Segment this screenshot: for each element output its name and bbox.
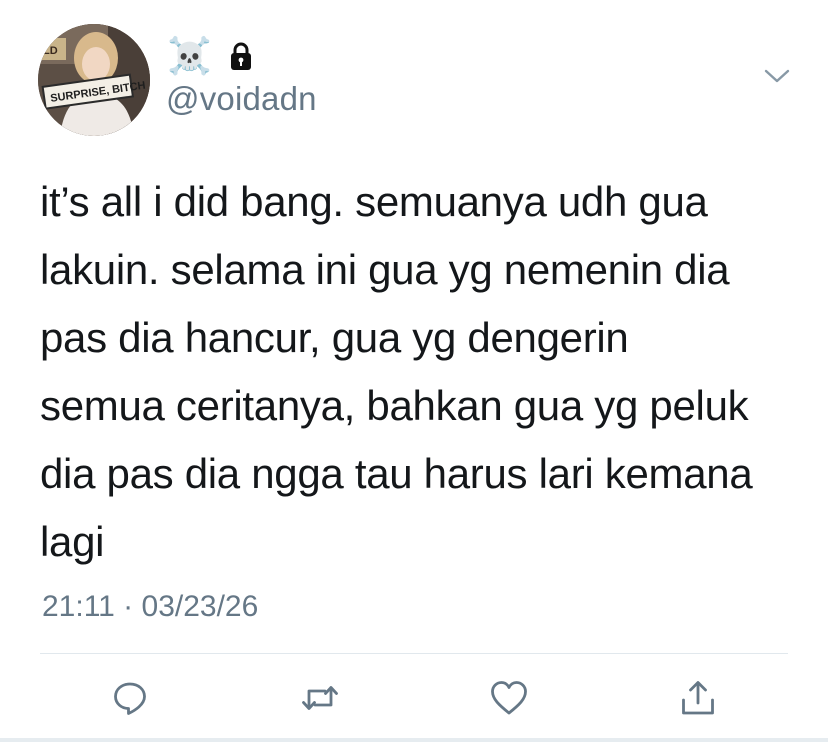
lock-icon — [230, 42, 251, 70]
share-button[interactable] — [676, 676, 720, 720]
chevron-down-icon[interactable] — [764, 68, 790, 84]
share-icon — [682, 681, 714, 715]
tweet-text-line: dia pas dia ngga tau harus lari kemana — [40, 450, 753, 497]
tweet-text-line: lagi — [40, 518, 105, 565]
avatar-sign-top-text: ILD — [40, 45, 58, 57]
divider — [40, 653, 788, 654]
tweet-text-line: pas dia hancur, gua yg dengerin — [40, 314, 629, 361]
bottom-separator — [0, 738, 828, 742]
reply-button[interactable] — [108, 676, 152, 720]
tweet-text-line: semua ceritanya, bahkan gua yg peluk — [40, 382, 749, 429]
reply-icon — [114, 682, 146, 715]
avatar-image: ILD SURPRISE, BITCH — [38, 24, 150, 136]
avatar[interactable]: ILD SURPRISE, BITCH — [38, 24, 150, 136]
tweet-text-line: it’s all i did bang. semuanya udh gua — [40, 178, 708, 225]
display-name-row[interactable]: ☠️ — [167, 38, 252, 74]
tweet-text-line: lakuin. selama ini gua yg nemenin dia — [40, 246, 730, 293]
display-name-emoji: ☠️ — [167, 35, 212, 76]
retweet-button[interactable] — [298, 676, 342, 720]
retweet-icon — [302, 686, 338, 710]
user-handle[interactable]: @voidadn — [166, 80, 317, 118]
like-button[interactable] — [487, 676, 531, 720]
tweet-actions — [0, 676, 828, 720]
heart-icon — [491, 681, 527, 715]
tweet-timestamp[interactable]: 21:11 · 03/23/26 — [42, 590, 258, 624]
tweet-text: it’s all i did bang. semuanya udh gua la… — [40, 168, 810, 576]
